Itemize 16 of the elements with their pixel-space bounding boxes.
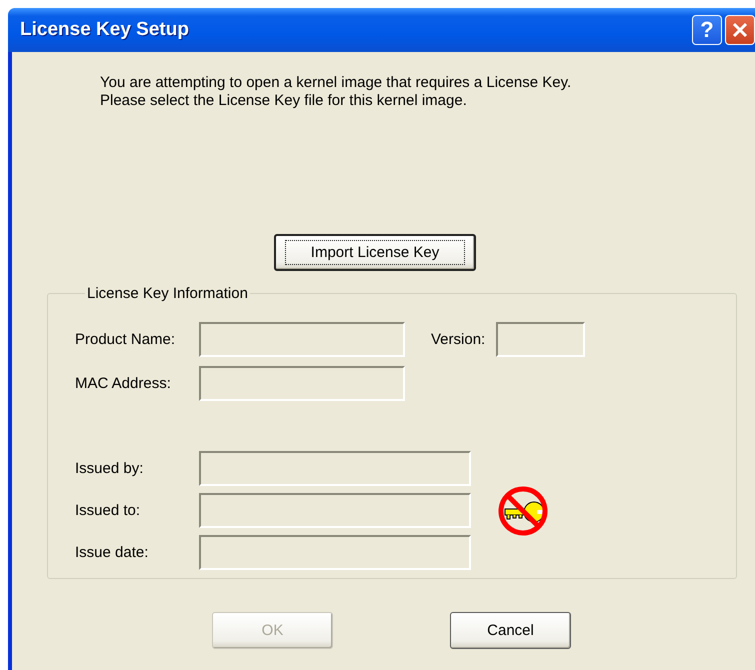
help-button[interactable]: ? (692, 15, 722, 45)
close-icon (731, 21, 749, 39)
group-title: License Key Information (86, 285, 249, 302)
close-button[interactable] (725, 15, 755, 45)
message-text: You are attempting to open a kernel image that requires a License Key. (100, 74, 572, 92)
window-title: License Key Setup (20, 19, 190, 41)
import-button[interactable]: Import License Key (274, 234, 476, 271)
cancel-button[interactable]: Cancel (450, 612, 571, 649)
field-label: Version: (431, 331, 486, 348)
message-text: Please select the License Key file for this kernel image. (100, 92, 467, 110)
field-label: Issued to: (75, 502, 142, 519)
field-label: Product Name: (75, 331, 176, 348)
no-key-icon (497, 484, 549, 536)
field-label: Issue date: (75, 544, 150, 561)
field-label: Issued by: (75, 460, 144, 477)
field-label: MAC Address: (75, 375, 172, 392)
